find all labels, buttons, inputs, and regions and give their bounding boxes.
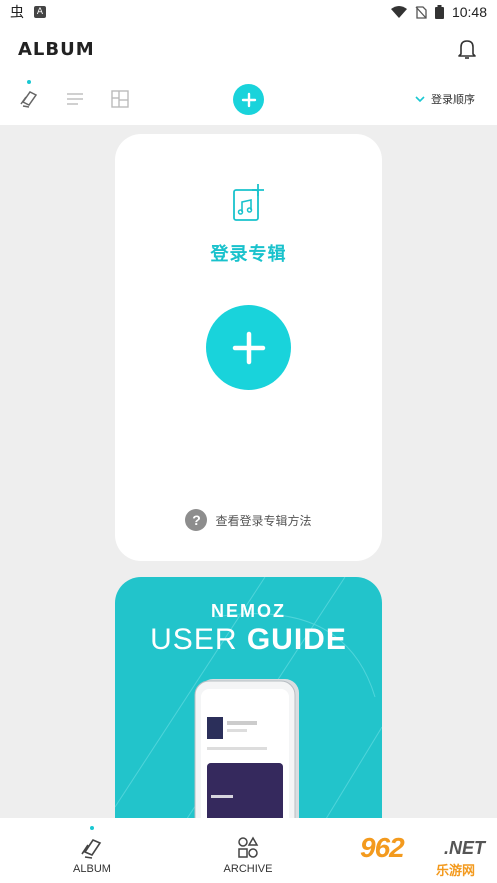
help-text: 查看登录专辑方法 <box>215 513 312 528</box>
sort-label: 登录顺序 <box>431 93 475 106</box>
plus-icon <box>241 92 256 107</box>
add-album-button[interactable] <box>233 84 264 115</box>
notification-bell-button[interactable] <box>455 37 479 61</box>
watermark-number: 962 <box>360 832 405 863</box>
bell-icon <box>458 40 476 59</box>
notification-icon: 虫 <box>10 5 24 21</box>
nav-dot-placeholder <box>246 826 250 830</box>
page-title: ALBUM <box>18 38 95 60</box>
guide-title-bold: GUIDE <box>246 623 347 656</box>
status-right: 10:48 <box>390 4 487 20</box>
register-help-link[interactable]: ? 查看登录专辑方法 <box>115 509 382 531</box>
music-add-icon <box>233 184 264 221</box>
list-view-icon <box>67 93 83 105</box>
stack-view-icon <box>20 91 38 108</box>
guide-title: USER GUIDE <box>115 623 382 657</box>
plus-icon <box>232 331 265 364</box>
battery-icon <box>434 5 444 19</box>
watermark-logo: 962 .NET 乐游网 <box>360 832 492 879</box>
watermark-suffix: .NET <box>444 838 486 858</box>
guide-brand: NEMOZ <box>211 601 286 621</box>
active-indicator <box>27 80 31 84</box>
nav-item-album[interactable]: ALBUM <box>52 818 132 883</box>
question-icon: ? <box>185 509 208 531</box>
album-icon <box>81 839 102 859</box>
status-left: 虫 A <box>10 2 46 22</box>
guide-title-regular: USER <box>150 623 247 656</box>
watermark-sub: 乐游网 <box>436 864 476 879</box>
sort-dropdown[interactable]: 登录顺序 <box>415 91 475 107</box>
view-list-button[interactable] <box>64 88 86 110</box>
archive-icon <box>238 836 259 858</box>
nav-active-dot <box>90 826 94 830</box>
keyboard-icon: A <box>34 6 46 18</box>
chevron-down-icon <box>415 95 425 102</box>
register-album-title: 登录专辑 <box>210 244 287 265</box>
user-guide-banner[interactable]: NEMOZ USER GUIDE <box>115 577 382 837</box>
no-sim-icon <box>415 5 427 19</box>
clock: 10:48 <box>451 4 487 20</box>
nav-item-archive[interactable]: ARCHIVE <box>208 818 288 883</box>
nav-label-album: ALBUM <box>73 863 111 875</box>
register-album-button[interactable] <box>206 305 291 390</box>
wifi-icon <box>390 6 407 18</box>
grid-view-icon <box>111 90 129 108</box>
view-toolbar: 登录顺序 <box>0 74 497 125</box>
view-card-button[interactable] <box>18 88 40 110</box>
phone-mockup-image <box>194 679 299 837</box>
register-album-card: 登录专辑 ? 查看登录专辑方法 <box>115 134 382 561</box>
app-header: ALBUM <box>0 24 497 74</box>
status-bar: 虫 A 10:48 <box>0 0 497 24</box>
view-grid-button[interactable] <box>109 88 131 110</box>
nav-label-archive: ARCHIVE <box>223 863 273 875</box>
